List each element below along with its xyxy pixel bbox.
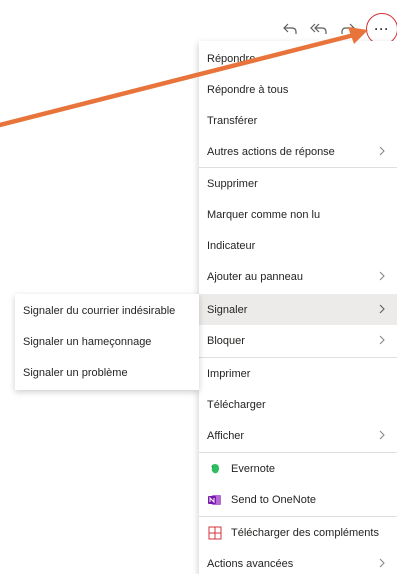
menu-item-mark-unread[interactable]: Marquer comme non lu [199, 199, 397, 230]
reply-all-icon[interactable] [306, 16, 332, 42]
more-actions-menu: Répondre Répondre à tous Transférer Autr… [199, 41, 397, 574]
evernote-icon [207, 461, 223, 477]
menu-item-report[interactable]: Signaler [199, 294, 397, 325]
menu-item-label: Indicateur [207, 239, 256, 252]
menu-item-label: Evernote [231, 462, 276, 475]
chevron-right-icon [375, 556, 389, 570]
menu-item-label: Send to OneNote [231, 493, 317, 506]
chevron-right-icon [375, 428, 389, 442]
forward-icon[interactable] [335, 16, 361, 42]
chevron-right-icon [375, 333, 389, 347]
submenu-item-label: Signaler un hameçonnage [23, 335, 152, 348]
submenu-item-report-phishing[interactable]: Signaler un hameçonnage [15, 326, 199, 357]
chevron-right-icon [375, 144, 389, 158]
report-submenu: Signaler du courrier indésirable Signale… [15, 294, 199, 390]
menu-item-print[interactable]: Imprimer [199, 358, 397, 389]
menu-item-evernote[interactable]: Evernote [199, 453, 397, 484]
menu-item-label: Afficher [207, 429, 245, 442]
outlook-more-actions-screenshot: ··· Répondre Répondre à tous Transférer … [0, 0, 397, 574]
chevron-right-icon [375, 269, 389, 283]
menu-item-label: Transférer [207, 114, 258, 127]
menu-item-label: Télécharger des compléments [231, 526, 379, 539]
menu-item-label: Répondre à tous [207, 83, 289, 96]
menu-item-reply-all[interactable]: Répondre à tous [199, 74, 397, 105]
submenu-item-report-junk[interactable]: Signaler du courrier indésirable [15, 295, 199, 326]
menu-item-reply[interactable]: Répondre [199, 43, 397, 74]
menu-item-view[interactable]: Afficher [199, 420, 397, 451]
menu-item-forward[interactable]: Transférer [199, 105, 397, 136]
menu-item-label: Signaler [207, 303, 248, 316]
menu-item-other-reply-actions[interactable]: Autres actions de réponse [199, 136, 397, 167]
menu-item-download[interactable]: Télécharger [199, 389, 397, 420]
add-ins-grid-icon [207, 525, 223, 541]
submenu-item-label: Signaler du courrier indésirable [23, 304, 176, 317]
menu-item-label: Supprimer [207, 177, 258, 190]
menu-item-label: Ajouter au panneau [207, 270, 304, 283]
menu-item-label: Répondre [207, 52, 256, 65]
menu-item-label: Imprimer [207, 367, 251, 380]
menu-item-label: Télécharger [207, 398, 266, 411]
onenote-icon [207, 492, 223, 508]
menu-item-advanced-actions[interactable]: Actions avancées [199, 548, 397, 574]
menu-item-flag[interactable]: Indicateur [199, 230, 397, 261]
menu-item-label: Bloquer [207, 334, 245, 347]
menu-item-label: Actions avancées [207, 557, 294, 570]
chevron-right-icon [375, 302, 389, 316]
menu-item-label: Autres actions de réponse [207, 145, 335, 158]
submenu-item-report-problem[interactable]: Signaler un problème [15, 357, 199, 388]
menu-item-send-to-onenote[interactable]: Send to OneNote [199, 484, 397, 515]
menu-item-label: Marquer comme non lu [207, 208, 321, 221]
menu-item-delete[interactable]: Supprimer [199, 168, 397, 199]
menu-item-add-to-pane[interactable]: Ajouter au panneau [199, 261, 397, 292]
menu-item-get-add-ins[interactable]: Télécharger des compléments [199, 517, 397, 548]
reply-icon[interactable] [277, 16, 303, 42]
menu-item-block[interactable]: Bloquer [199, 325, 397, 356]
submenu-item-label: Signaler un problème [23, 366, 128, 379]
